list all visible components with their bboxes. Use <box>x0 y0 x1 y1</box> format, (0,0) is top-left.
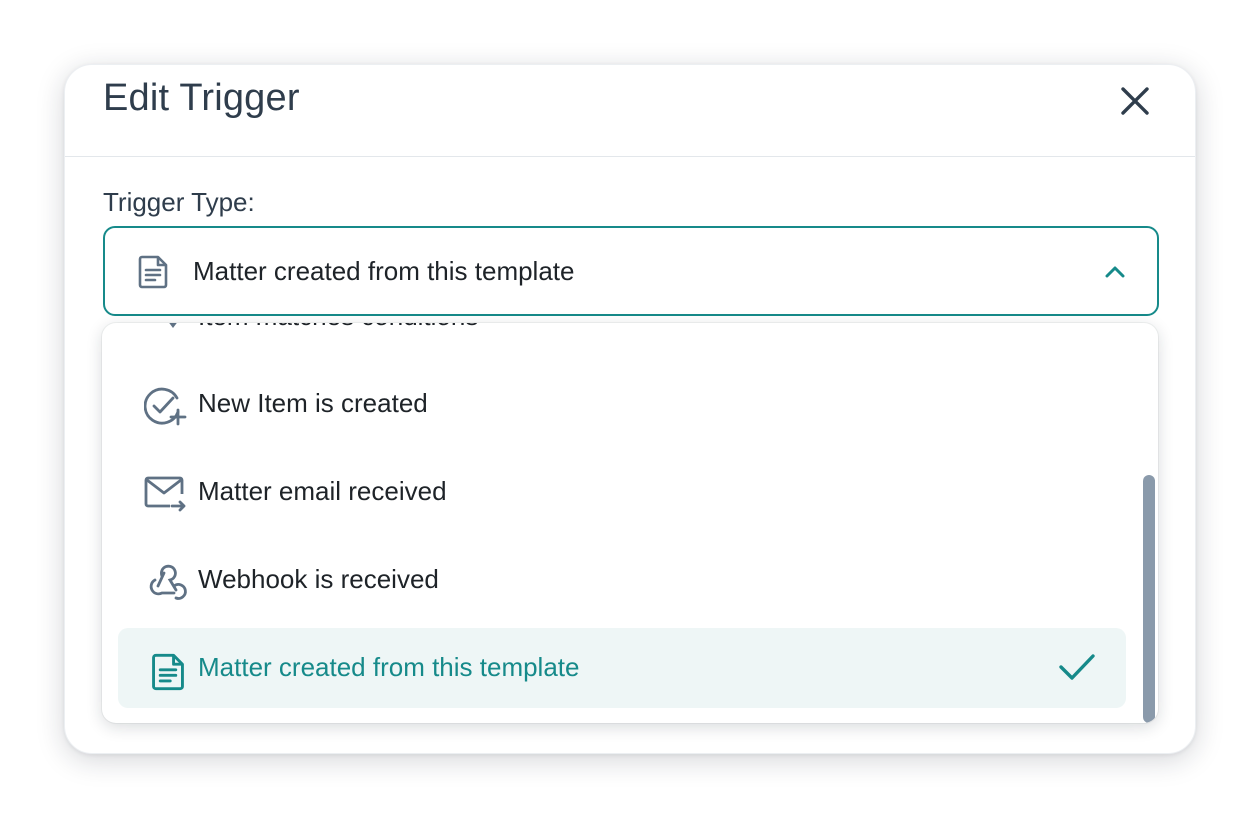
option-new-item-created[interactable]: New Item is created <box>118 364 1126 444</box>
option-matter-email-received[interactable]: Matter email received <box>118 452 1126 532</box>
chevron-up-icon <box>1105 266 1125 278</box>
modal-title: Edit Trigger <box>103 77 300 119</box>
check-circle-plus-icon <box>144 387 187 426</box>
filter-icon <box>169 323 177 328</box>
trigger-type-dropdown: Item matches conditions New Item is crea… <box>102 323 1158 723</box>
option-label: Webhook is received <box>198 564 439 594</box>
selected-value: Matter created from this template <box>193 256 575 286</box>
option-matter-created-from-template[interactable]: Matter created from this template <box>118 628 1126 708</box>
modal-header: Edit Trigger <box>65 65 1195 157</box>
trigger-type-label: Trigger Type: <box>103 187 255 217</box>
checkmark-icon <box>1059 654 1095 680</box>
option-webhook-received[interactable]: Webhook is received <box>118 540 1126 620</box>
option-label: Matter created from this template <box>198 652 580 682</box>
close-icon <box>1121 87 1149 115</box>
mail-forward-icon <box>144 476 186 512</box>
trigger-type-select[interactable]: Matter created from this template <box>103 226 1159 316</box>
close-button[interactable] <box>1115 81 1155 121</box>
option-label: New Item is created <box>198 388 428 418</box>
dropdown-scrollbar[interactable] <box>1143 475 1155 723</box>
option-label: Matter email received <box>198 476 447 506</box>
document-icon <box>152 653 184 691</box>
option-item-matches-conditions[interactable]: Item matches conditions <box>198 323 478 332</box>
document-icon <box>138 255 168 289</box>
webhook-icon <box>149 564 187 600</box>
